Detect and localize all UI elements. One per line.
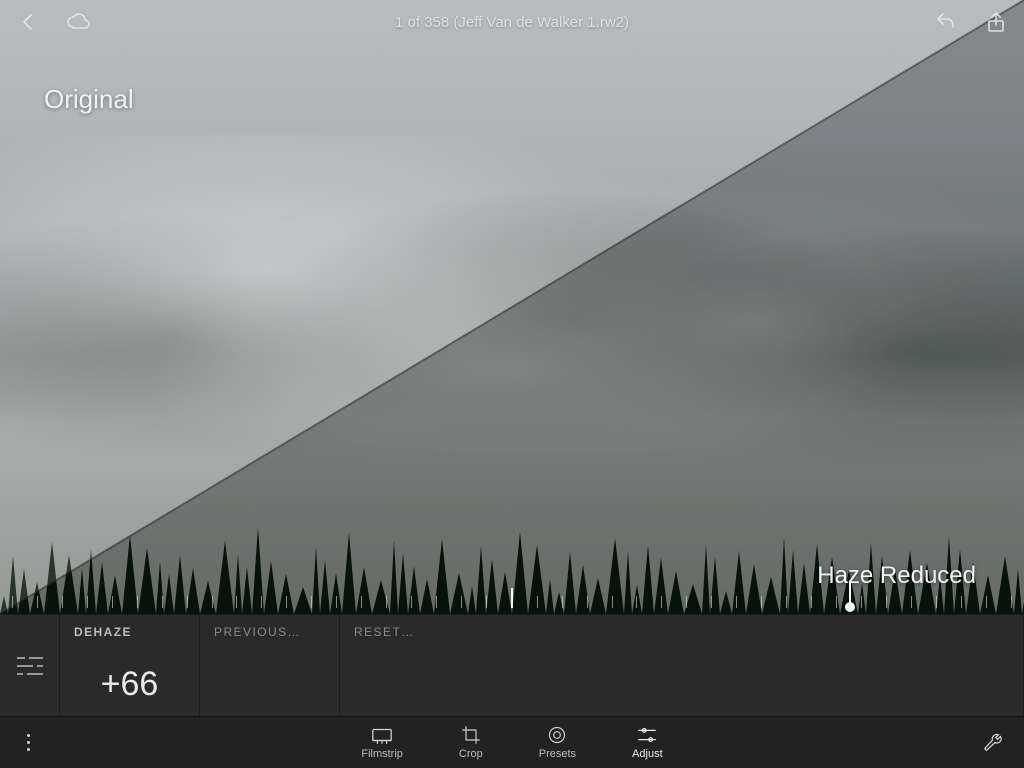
ruler-tick [336,596,337,608]
reset-cell[interactable]: RESET… [340,615,1024,716]
ruler-tick [761,596,762,608]
ruler-tick [461,596,462,608]
adjust-panel: DEHAZE +66 PREVIOUS… RESET… [0,614,1024,716]
tool-crop[interactable]: Crop [459,725,483,760]
tool-filmstrip[interactable]: Filmstrip [361,725,403,760]
crop-icon [460,725,482,745]
tool-presets-label: Presets [539,748,576,760]
photo-canvas[interactable] [0,0,1024,614]
ruler-tick [112,596,113,608]
ruler-tick [62,596,63,608]
previous-caption: PREVIOUS… [214,625,325,639]
dehaze-caption: DEHAZE [74,625,185,639]
tool-presets[interactable]: Presets [539,725,576,760]
tool-adjust-label: Adjust [632,748,663,760]
ruler-tick [137,596,138,608]
presets-icon [546,725,568,745]
ruler-tick [537,596,538,608]
ruler-tick [286,596,287,608]
ruler-tick [587,596,588,608]
back-button[interactable] [14,8,42,36]
ruler-tick [162,596,163,608]
tool-crop-label: Crop [459,748,483,760]
ruler-tick [436,596,437,608]
more-button[interactable] [16,717,40,768]
ruler-tick [711,596,712,608]
ruler-tick [12,596,13,608]
ruler-tick [511,588,513,608]
ruler-tick [386,596,387,608]
reset-caption: RESET… [354,625,1009,639]
ruler-tick [886,596,887,608]
ruler-tick [212,596,213,608]
ruler-tick [236,596,237,608]
cloud-sync-icon[interactable] [64,8,92,36]
ruler-tick [861,596,862,608]
ruler-tick [661,596,662,608]
ruler-tick [736,596,737,608]
ruler-tick [411,596,412,608]
ruler-tick [261,596,262,608]
ruler-tick [87,596,88,608]
ruler-tick [562,596,563,608]
tool-adjust[interactable]: Adjust [632,725,663,760]
ruler-tick [961,596,962,608]
ruler-tick [986,596,987,608]
ruler-tick [911,596,912,608]
ruler-tick [311,596,312,608]
share-button[interactable] [982,8,1010,36]
ruler-tick [786,596,787,608]
ruler-tick [486,596,487,608]
tool-filmstrip-label: Filmstrip [361,748,403,760]
ruler-tick [187,596,188,608]
bottom-toolbar: Filmstrip Crop Presets Adjust [0,716,1024,768]
value-ruler[interactable] [0,570,1024,614]
wrench-icon [982,732,1004,754]
panel-list-toggle[interactable] [0,615,60,716]
ruler-ticks [0,584,1024,608]
ruler-tick [37,596,38,608]
ruler-tick [811,596,812,608]
ruler-tick [612,596,613,608]
ruler-tick [936,596,937,608]
undo-button[interactable] [932,8,960,36]
ruler-tick [361,596,362,608]
top-left-controls [14,0,92,44]
top-right-controls [932,0,1010,44]
ruler-knob[interactable] [845,602,855,612]
previous-cell[interactable]: PREVIOUS… [200,615,340,716]
filmstrip-icon [371,725,393,745]
ruler-tick [836,596,837,608]
ruler-tick [1011,596,1012,608]
dehaze-value: +66 [101,665,159,704]
toolbar-tools: Filmstrip Crop Presets Adjust [361,725,662,760]
ruler-tick [686,596,687,608]
app-root: { "header": { "title": "1 of 358 (Jeff V… [0,0,1024,768]
adjust-icon [636,725,658,745]
settings-button[interactable] [978,717,1008,768]
ruler-tick [636,596,637,608]
dehaze-cell[interactable]: DEHAZE +66 [60,615,200,716]
original-label: Original [44,84,134,115]
